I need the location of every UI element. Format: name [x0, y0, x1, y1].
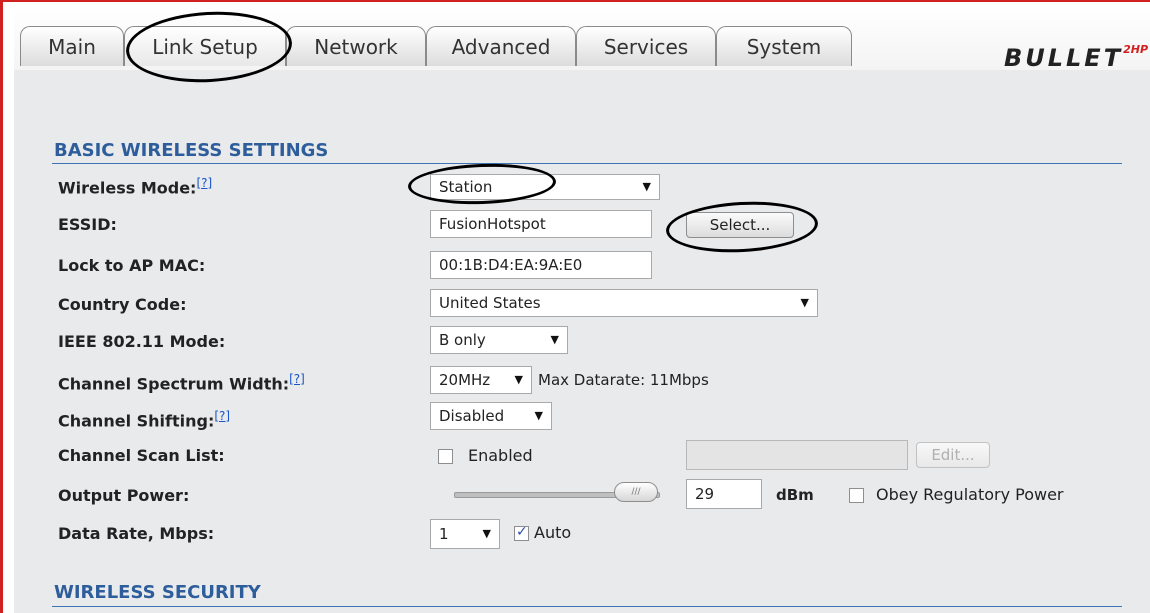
chevron-down-icon: ▼	[642, 180, 651, 193]
tab-services[interactable]: Services	[576, 26, 716, 66]
output-power-label: Output Power:	[58, 486, 190, 505]
data-rate-label: Data Rate, Mbps:	[58, 524, 215, 543]
tab-link-setup[interactable]: Link Setup	[124, 26, 286, 66]
page-frame: Main Link Setup Network Advanced Service…	[0, 0, 1150, 613]
scan-list-enabled-label: Enabled	[468, 446, 533, 465]
chevron-down-icon: ▼	[514, 373, 523, 386]
lock-ap-mac-input[interactable]: 00:1B:D4:EA:9A:E0	[430, 251, 652, 279]
chevron-down-icon: ▼	[550, 333, 559, 346]
wireless-mode-select[interactable]: Station ▼	[430, 174, 660, 200]
country-code-label: Country Code:	[58, 295, 187, 314]
spectrum-width-help-link[interactable]: [?]	[289, 372, 305, 386]
obey-regulatory-checkbox[interactable]	[849, 488, 864, 503]
data-rate-select[interactable]: 1 ▼	[430, 519, 500, 549]
tab-main[interactable]: Main	[20, 26, 124, 66]
spectrum-width-label: Channel Spectrum Width:[?]	[58, 372, 305, 394]
auto-checkbox[interactable]	[514, 524, 529, 541]
frame-left-border	[0, 0, 3, 613]
essid-input[interactable]: FusionHotspot	[430, 210, 652, 238]
basic-wireless-settings-title: BASIC WIRELESS SETTINGS	[54, 140, 329, 161]
chevron-down-icon: ▼	[534, 409, 543, 422]
wireless-security-title: WIRELESS SECURITY	[54, 582, 261, 603]
country-code-select[interactable]: United States ▼	[430, 289, 818, 317]
essid-label: ESSID:	[58, 215, 117, 234]
obey-regulatory-label: Obey Regulatory Power	[876, 485, 1064, 504]
frame-top-border	[0, 0, 1150, 2]
chevron-down-icon: ▼	[482, 527, 491, 540]
section-divider	[52, 163, 1122, 164]
channel-shifting-select[interactable]: Disabled ▼	[430, 402, 552, 430]
essid-select-button[interactable]: Select...	[686, 212, 794, 238]
wireless-mode-help-link[interactable]: [?]	[196, 176, 212, 190]
lock-ap-mac-label: Lock to AP MAC:	[58, 256, 206, 275]
dbm-unit-label: dBm	[776, 486, 814, 504]
spectrum-width-select[interactable]: 20MHz ▼	[430, 366, 532, 394]
auto-label: Auto	[534, 523, 572, 542]
channel-scan-list-label: Channel Scan List:	[58, 446, 225, 465]
channel-shifting-label: Channel Shifting:[?]	[58, 409, 231, 431]
content-panel: BASIC WIRELESS SETTINGS Wireless Mode:[?…	[14, 70, 1150, 613]
ieee-mode-select[interactable]: B only ▼	[430, 326, 568, 354]
tab-system[interactable]: System	[716, 26, 852, 66]
output-power-input[interactable]: 29	[686, 479, 762, 509]
scan-list-edit-button[interactable]: Edit...	[916, 442, 990, 468]
tab-advanced[interactable]: Advanced	[426, 26, 576, 66]
wireless-mode-label: Wireless Mode:[?]	[58, 176, 213, 198]
scan-list-field	[686, 440, 908, 470]
max-datarate-text: Max Datarate: 11Mbps	[538, 371, 709, 389]
bullet-logo: BULLET2HP	[1003, 43, 1148, 72]
section-divider	[52, 606, 1122, 607]
chevron-down-icon: ▼	[800, 296, 809, 309]
output-power-slider-handle[interactable]: ///	[614, 482, 658, 502]
tab-bar: Main Link Setup Network Advanced Service…	[14, 4, 1150, 72]
tab-network[interactable]: Network	[286, 26, 426, 66]
scan-list-enabled-checkbox[interactable]	[438, 449, 453, 464]
channel-shifting-help-link[interactable]: [?]	[214, 409, 230, 423]
ieee-mode-label: IEEE 802.11 Mode:	[58, 332, 226, 351]
